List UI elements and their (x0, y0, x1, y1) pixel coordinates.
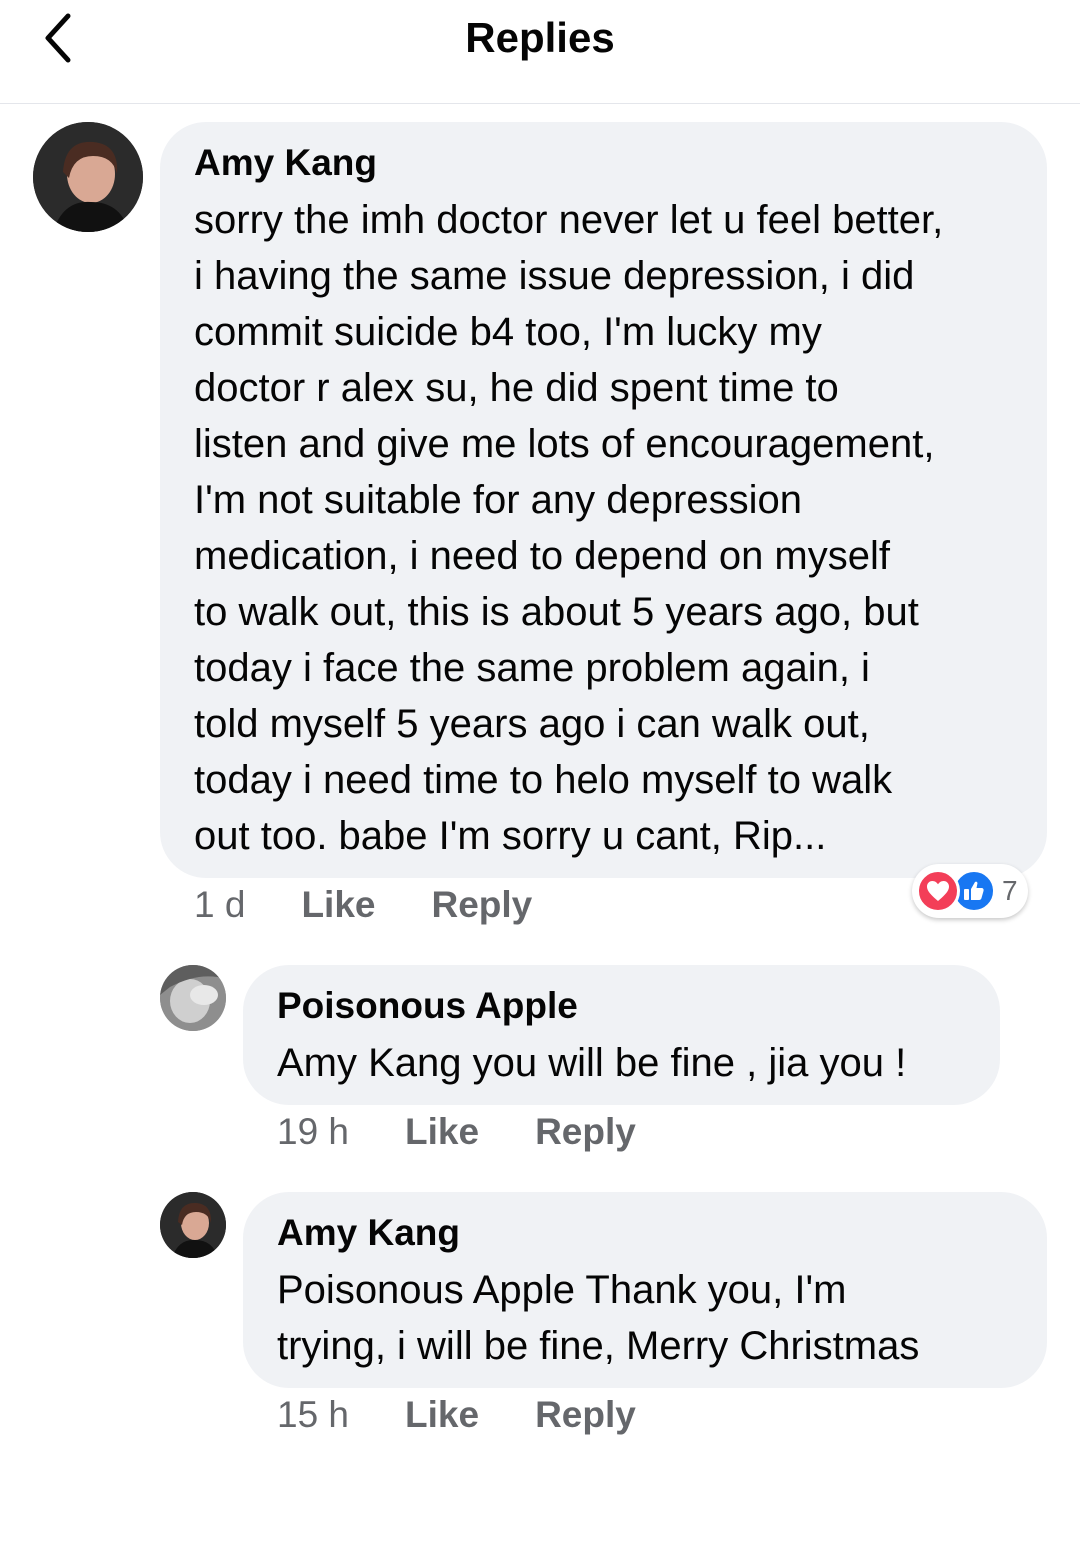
profile-photo-icon (33, 122, 143, 232)
reply-button[interactable]: Reply (535, 1394, 636, 1436)
avatar[interactable] (33, 122, 143, 232)
reply-button[interactable]: Reply (431, 884, 532, 926)
comment-actions: 1 d Like Reply (194, 884, 532, 926)
reply-button[interactable]: Reply (535, 1111, 636, 1153)
comment-bubble[interactable]: Amy Kang sorry the imh doctor never let … (160, 122, 1047, 878)
comment-timestamp: 1 d (194, 884, 246, 925)
avatar[interactable] (160, 965, 226, 1031)
avatar[interactable] (160, 1192, 226, 1258)
like-button[interactable]: Like (405, 1111, 479, 1153)
reply-bubble[interactable]: Poisonous Apple Amy Kang you will be fin… (243, 965, 1000, 1105)
like-button[interactable]: Like (405, 1394, 479, 1436)
reply-actions: 19 h Like Reply (277, 1111, 636, 1153)
reply-author[interactable]: Poisonous Apple (277, 983, 970, 1029)
reply-text: Amy Kang you will be fine , jia you ! (277, 1041, 907, 1085)
reply-text: Poisonous Apple Thank you, I'm trying, i… (277, 1268, 920, 1368)
like-button[interactable]: Like (301, 884, 375, 926)
comment-author[interactable]: Amy Kang (194, 140, 1017, 186)
reply-actions: 15 h Like Reply (277, 1394, 636, 1436)
reply-timestamp: 19 h (277, 1111, 350, 1152)
reply-bubble[interactable]: Amy Kang Poisonous Apple Thank you, I'm … (243, 1192, 1047, 1388)
profile-photo-icon (160, 965, 226, 1031)
profile-photo-icon (160, 1192, 226, 1258)
reply-timestamp: 15 h (277, 1394, 350, 1435)
reaction-summary[interactable]: 7 (912, 864, 1028, 918)
reply-author[interactable]: Amy Kang (277, 1210, 1017, 1256)
header-bar: Replies (0, 0, 1080, 104)
heart-icon (916, 869, 960, 913)
page-title: Replies (465, 14, 615, 61)
comment-text: sorry the imh doctor never let u feel be… (194, 198, 944, 858)
reaction-count: 7 (1002, 875, 1018, 906)
